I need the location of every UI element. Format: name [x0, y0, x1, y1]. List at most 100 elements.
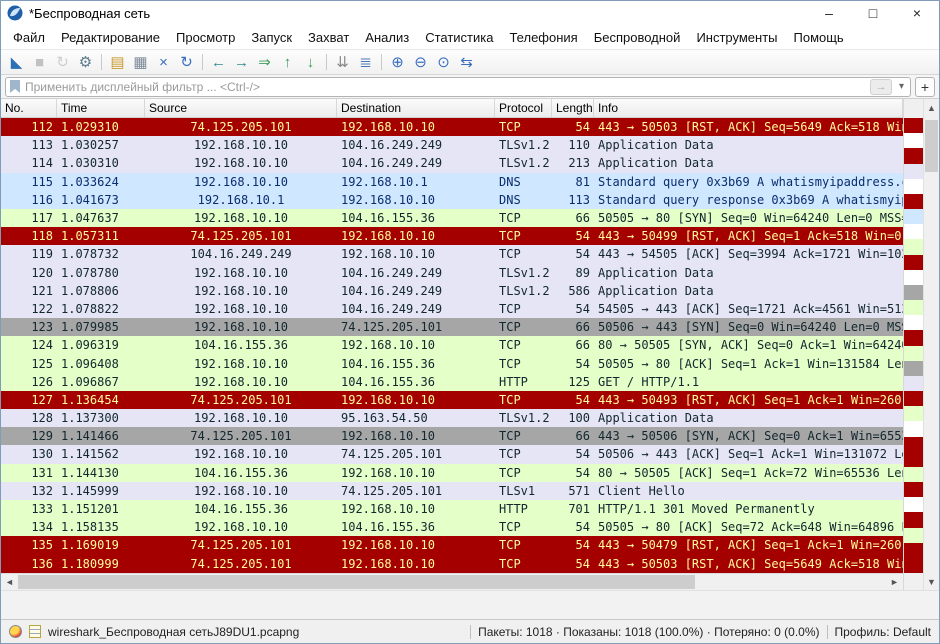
packet-area: No.TimeSourceDestinationProtocolLengthIn… [1, 99, 939, 590]
menu-analyze[interactable]: Анализ [357, 27, 417, 48]
packet-row-115[interactable]: 1151.033624192.168.10.10192.168.10.1DNS8… [1, 173, 903, 191]
packet-row-113[interactable]: 1131.030257192.168.10.10104.16.249.249TL… [1, 136, 903, 154]
auto-scroll-icon[interactable]: ⇊ [331, 51, 354, 73]
expert-info-icon[interactable] [9, 625, 22, 638]
horizontal-scrollbar[interactable]: ◄ ► [1, 573, 903, 590]
packet-map[interactable] [904, 118, 923, 573]
packet-row-118[interactable]: 1181.05731174.125.205.101192.168.10.10TC… [1, 227, 903, 245]
cell-no: 112 [1, 120, 57, 134]
packet-stats: Пакеты: 1018 · Показаны: 1018 (100.0%) ·… [478, 625, 819, 639]
maximize-button[interactable]: □ [851, 1, 895, 25]
add-filter-button[interactable]: + [915, 77, 935, 97]
packet-row-112[interactable]: 1121.02931074.125.205.101192.168.10.10TC… [1, 118, 903, 136]
colorize-packets-icon[interactable]: ≣ [354, 51, 377, 73]
profile-label[interactable]: Профиль: Default [835, 625, 932, 639]
packet-row-114[interactable]: 1141.030310192.168.10.10104.16.249.249TL… [1, 154, 903, 172]
go-forward-icon[interactable]: → [230, 51, 253, 73]
cell-destination: 104.16.155.36 [337, 357, 495, 371]
display-filter-input[interactable] [25, 80, 865, 94]
close-file-icon[interactable]: × [152, 51, 175, 73]
start-capture-icon[interactable]: ◣ [5, 51, 28, 73]
cell-protocol: TCP [495, 229, 552, 243]
cell-destination: 192.168.10.10 [337, 247, 495, 261]
packet-row-130[interactable]: 1301.141562192.168.10.1074.125.205.101TC… [1, 445, 903, 463]
packet-row-127[interactable]: 1271.13645474.125.205.101192.168.10.10TC… [1, 391, 903, 409]
menu-help[interactable]: Помощь [786, 27, 852, 48]
packet-row-117[interactable]: 1171.047637192.168.10.10104.16.155.36TCP… [1, 209, 903, 227]
statusbar-divider [470, 625, 471, 639]
go-to-packet-icon[interactable]: ⇒ [253, 51, 276, 73]
column-header-no[interactable]: No. [1, 99, 57, 117]
column-header-protocol[interactable]: Protocol [495, 99, 552, 117]
vertical-scroll-thumb[interactable] [925, 120, 938, 172]
cell-time: 1.030257 [57, 138, 145, 152]
minimize-button[interactable]: – [807, 1, 851, 25]
column-header-destination[interactable]: Destination [337, 99, 495, 117]
menu-file[interactable]: Файл [5, 27, 53, 48]
cell-protocol: TCP [495, 466, 552, 480]
column-header-time[interactable]: Time [57, 99, 145, 117]
apply-filter-button[interactable]: → [870, 79, 892, 95]
cell-source: 104.16.155.36 [145, 502, 337, 516]
cell-no: 136 [1, 557, 57, 571]
close-button[interactable]: × [895, 1, 939, 25]
vertical-scroll-track[interactable] [924, 116, 939, 573]
zoom-original-icon[interactable]: ⊙ [432, 51, 455, 73]
column-header-source[interactable]: Source [145, 99, 337, 117]
cell-destination: 74.125.205.101 [337, 320, 495, 334]
packet-row-131[interactable]: 1311.144130104.16.155.36192.168.10.10TCP… [1, 464, 903, 482]
packet-row-129[interactable]: 1291.14146674.125.205.101192.168.10.10TC… [1, 427, 903, 445]
packet-row-126[interactable]: 1261.096867192.168.10.10104.16.155.36HTT… [1, 373, 903, 391]
resize-columns-icon[interactable]: ⇆ [455, 51, 478, 73]
packet-row-125[interactable]: 1251.096408192.168.10.10104.16.155.36TCP… [1, 354, 903, 372]
packet-row-135[interactable]: 1351.16901974.125.205.101192.168.10.10TC… [1, 536, 903, 554]
packet-table: No.TimeSourceDestinationProtocolLengthIn… [1, 99, 903, 590]
menu-edit[interactable]: Редактирование [53, 27, 168, 48]
go-first-packet-icon[interactable]: ↑ [276, 51, 299, 73]
open-file-icon[interactable]: ▤ [106, 51, 129, 73]
packet-row-122[interactable]: 1221.078822192.168.10.10104.16.249.249TC… [1, 300, 903, 318]
filter-history-caret[interactable]: ▾ [897, 81, 906, 92]
reload-file-icon[interactable]: ↻ [175, 51, 198, 73]
menu-go[interactable]: Запуск [243, 27, 300, 48]
packet-row-128[interactable]: 1281.137300192.168.10.1095.163.54.50TLSv… [1, 409, 903, 427]
packet-row-132[interactable]: 1321.145999192.168.10.1074.125.205.101TL… [1, 482, 903, 500]
menu-telephony[interactable]: Телефония [501, 27, 585, 48]
filter-bookmark-icon[interactable] [10, 80, 20, 93]
menu-wireless[interactable]: Беспроводной [586, 27, 689, 48]
zoom-in-icon[interactable]: ⊕ [386, 51, 409, 73]
packet-row-119[interactable]: 1191.078732104.16.249.249192.168.10.10TC… [1, 245, 903, 263]
scroll-right-button[interactable]: ► [886, 574, 903, 590]
scroll-down-button[interactable]: ▼ [924, 573, 939, 590]
scroll-left-button[interactable]: ◄ [1, 574, 18, 590]
menu-tools[interactable]: Инструменты [688, 27, 785, 48]
capture-comment-icon[interactable] [29, 625, 41, 638]
go-last-packet-icon[interactable]: ↓ [299, 51, 322, 73]
packet-row-120[interactable]: 1201.078780192.168.10.10104.16.249.249TL… [1, 264, 903, 282]
packet-row-134[interactable]: 1341.158135192.168.10.10104.16.155.36TCP… [1, 518, 903, 536]
packet-row-123[interactable]: 1231.079985192.168.10.1074.125.205.101TC… [1, 318, 903, 336]
menu-view[interactable]: Просмотр [168, 27, 243, 48]
scroll-up-button[interactable]: ▲ [924, 99, 939, 116]
packet-row-116[interactable]: 1161.041673192.168.10.1192.168.10.10DNS1… [1, 191, 903, 209]
zoom-out-icon[interactable]: ⊖ [409, 51, 432, 73]
horizontal-scroll-track[interactable] [18, 574, 886, 590]
vertical-scrollbar[interactable]: ▲ ▼ [923, 99, 939, 590]
cell-no: 122 [1, 302, 57, 316]
go-back-icon[interactable]: ← [207, 51, 230, 73]
packet-row-121[interactable]: 1211.078806192.168.10.10104.16.249.249TL… [1, 282, 903, 300]
packet-row-133[interactable]: 1331.151201104.16.155.36192.168.10.10HTT… [1, 500, 903, 518]
menu-capture[interactable]: Захват [300, 27, 357, 48]
cell-source: 192.168.10.10 [145, 284, 337, 298]
cell-protocol: TCP [495, 538, 552, 552]
menu-statistics[interactable]: Статистика [417, 27, 501, 48]
column-header-info[interactable]: Info [594, 99, 903, 117]
save-file-icon[interactable]: ▦ [129, 51, 152, 73]
packet-row-136[interactable]: 1361.18099974.125.205.101192.168.10.10TC… [1, 555, 903, 573]
cell-time: 1.033624 [57, 175, 145, 189]
horizontal-scroll-thumb[interactable] [18, 575, 695, 589]
cell-destination: 74.125.205.101 [337, 447, 495, 461]
packet-row-124[interactable]: 1241.096319104.16.155.36192.168.10.10TCP… [1, 336, 903, 354]
column-header-length[interactable]: Length [552, 99, 594, 117]
capture-options-icon[interactable]: ⚙ [74, 51, 97, 73]
